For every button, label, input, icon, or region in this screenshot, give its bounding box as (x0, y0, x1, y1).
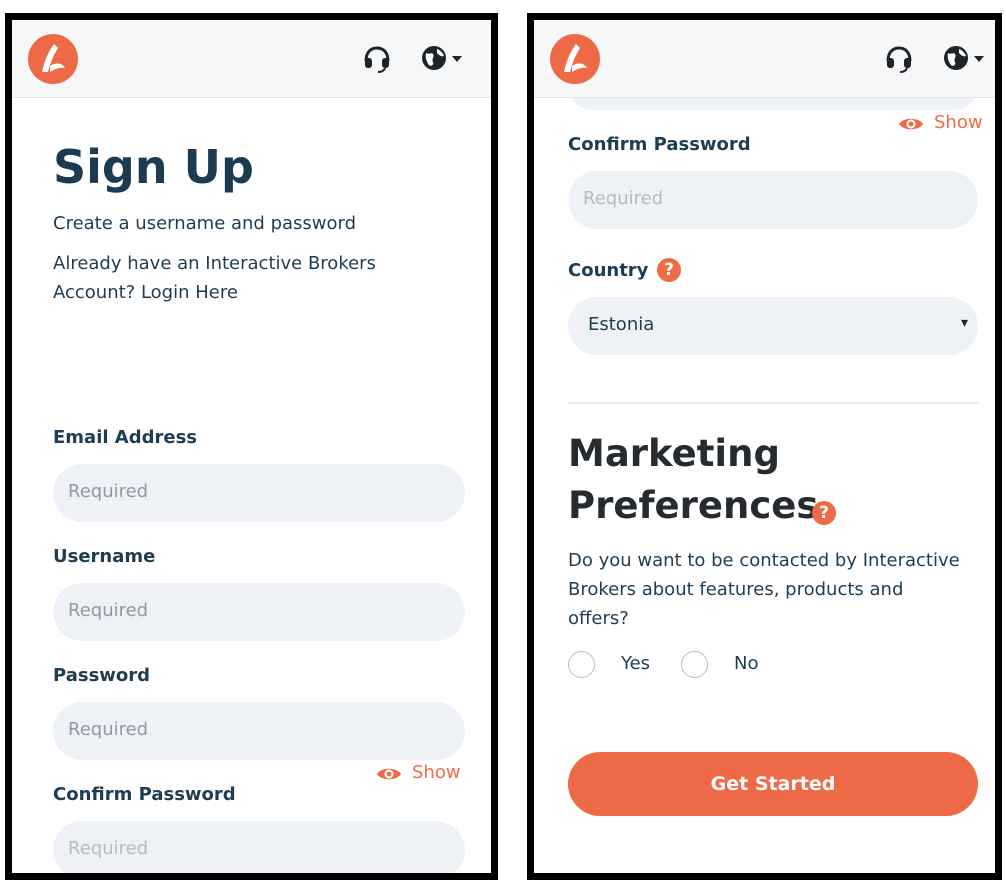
headset-icon[interactable] (362, 44, 392, 78)
login-prompt-line1: Already have an Interactive Brokers (53, 253, 376, 274)
marketing-title-line2: Preferences (568, 484, 819, 527)
eye-icon (377, 768, 401, 780)
brand-logo-icon[interactable] (28, 34, 78, 84)
country-label: Country (568, 260, 649, 281)
password-label: Password (53, 665, 151, 686)
section-divider (568, 402, 978, 404)
marketing-question-line2: Brokers about features, products and (568, 579, 904, 600)
username-label: Username (53, 546, 156, 567)
subtitle: Create a username and password (53, 213, 357, 234)
email-field[interactable]: Required (53, 464, 465, 522)
email-label: Email Address (53, 427, 198, 448)
login-link[interactable]: Account? Login Here (53, 278, 238, 307)
password-placeholder: Required (68, 719, 149, 740)
chevron-down-icon: ▾ (960, 315, 968, 331)
page-title: Sign Up (53, 140, 254, 194)
confirm-password-label: Confirm Password (568, 134, 751, 155)
headset-icon[interactable] (884, 44, 914, 78)
username-field[interactable]: Required (53, 583, 465, 641)
radio-yes-label[interactable]: Yes (621, 649, 650, 678)
marketing-help-icon[interactable]: ? (812, 501, 836, 525)
globe-icon[interactable] (942, 44, 990, 78)
country-select[interactable]: Estonia ▾ (568, 297, 978, 355)
confirm-password-label: Confirm Password (53, 784, 236, 805)
get-started-button[interactable]: Get Started (568, 752, 978, 816)
username-placeholder: Required (68, 600, 149, 621)
right-screen: Show Confirm Password Required Country ?… (527, 13, 1002, 880)
brand-logo-icon[interactable] (550, 34, 600, 84)
email-placeholder: Required (68, 481, 149, 502)
radio-no-label[interactable]: No (734, 649, 758, 678)
marketing-question-line3: offers? (568, 608, 629, 629)
confirm-password-placeholder: Required (583, 188, 664, 209)
app-header (12, 20, 491, 98)
marketing-title-line1: Marketing (568, 432, 780, 475)
marketing-question-line1: Do you want to be contacted by Interacti… (568, 550, 960, 571)
show-label: Show (412, 762, 461, 783)
country-help-icon[interactable]: ? (657, 258, 681, 282)
confirm-password-field[interactable]: Required (53, 821, 465, 873)
confirm-password-field[interactable]: Required (568, 171, 978, 229)
app-header (534, 20, 995, 98)
show-password-toggle[interactable]: Show (376, 762, 466, 786)
confirm-password-placeholder: Required (68, 838, 149, 859)
globe-icon[interactable] (420, 44, 468, 78)
country-value: Estonia (588, 314, 655, 335)
left-screen: Sign Up Create a username and password A… (5, 13, 498, 880)
password-field[interactable]: Required (53, 702, 465, 760)
show-password-toggle[interactable]: Show (898, 112, 988, 136)
show-label: Show (934, 112, 983, 133)
radio-no[interactable] (681, 651, 708, 678)
eye-icon (899, 118, 923, 130)
radio-yes[interactable] (568, 651, 595, 678)
